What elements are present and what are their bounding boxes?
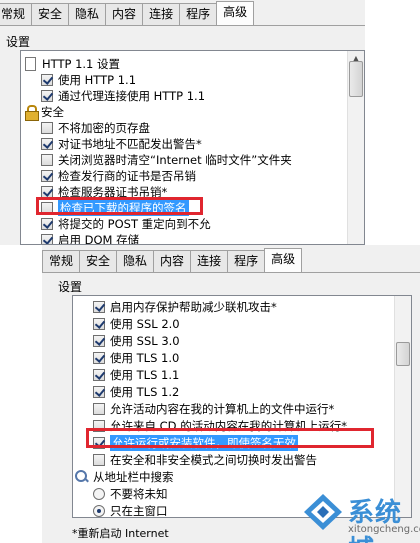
tab-3[interactable]: 内容 xyxy=(153,250,192,272)
checkbox-row[interactable]: 使用 TLS 1.2 xyxy=(93,383,179,400)
checkbox-unchecked-icon[interactable] xyxy=(93,402,105,415)
checkbox-unchecked-icon[interactable] xyxy=(93,453,105,466)
search-icon xyxy=(75,469,89,484)
checkbox-row[interactable]: 启用 DOM 存储 xyxy=(41,231,140,245)
checkbox-checked-icon[interactable] xyxy=(93,334,105,347)
checkbox-checked-icon[interactable] xyxy=(93,317,105,330)
checkbox-row[interactable]: 启用内存保护帮助减少联机攻击* xyxy=(93,298,277,315)
checkbox-row[interactable]: 使用 HTTP 1.1 xyxy=(41,71,136,88)
group-header: HTTP 1.1 设置 xyxy=(25,55,120,72)
checkbox-row[interactable]: 使用 SSL 2.0 xyxy=(93,315,180,332)
checkbox-row[interactable]: 将提交的 POST 重定向到不允 xyxy=(41,215,211,232)
checkbox-checked-icon[interactable] xyxy=(93,300,105,313)
checkbox-checked-icon[interactable] xyxy=(41,137,53,150)
checkbox-row[interactable]: 使用 TLS 1.0 xyxy=(93,349,179,366)
option-label: 使用 SSL 2.0 xyxy=(110,316,180,331)
option-label: 对证书地址不匹配发出警告* xyxy=(58,136,202,151)
option-label: 不要将未知 xyxy=(110,486,168,501)
option-label: 使用 TLS 1.1 xyxy=(110,367,180,382)
top-tab-bar: 常规 安全 隐私 内容 连接 程序 高级 xyxy=(0,1,255,25)
checkbox-unchecked-icon[interactable] xyxy=(41,153,53,166)
radio-row[interactable]: 只在主窗口 xyxy=(93,502,168,518)
option-label: 通过代理连接使用 HTTP 1.1 xyxy=(58,88,206,103)
checkbox-row[interactable]: 允许活动内容在我的计算机上的文件中运行* xyxy=(93,400,334,417)
radio-unselected-icon[interactable] xyxy=(93,487,105,500)
tab-4[interactable]: 连接 xyxy=(142,3,181,25)
option-label: 使用 TLS 1.2 xyxy=(110,384,180,399)
tab-2[interactable]: 隐私 xyxy=(116,250,155,272)
radio-selected-icon[interactable] xyxy=(93,504,105,517)
brand-url: xitongcheng.com xyxy=(348,524,420,535)
option-label: 将提交的 POST 重定向到不允 xyxy=(58,216,211,231)
checkbox-checked-icon[interactable] xyxy=(93,351,105,364)
tab-6[interactable]: 高级 xyxy=(264,248,303,272)
tab-1[interactable]: 安全 xyxy=(79,250,118,272)
tab-3[interactable]: 内容 xyxy=(105,3,144,25)
checkbox-row[interactable]: 通过代理连接使用 HTTP 1.1 xyxy=(41,87,205,104)
group-header: 从地址栏中搜索 xyxy=(75,468,174,485)
option-label: 使用 TLS 1.0 xyxy=(110,350,180,365)
tab-0[interactable]: 常规 xyxy=(42,250,81,272)
option-label: 启用内存保护帮助减少联机攻击* xyxy=(110,299,277,314)
checkbox-unchecked-icon[interactable] xyxy=(41,121,53,134)
checkbox-checked-icon[interactable] xyxy=(41,73,53,86)
checkbox-row[interactable]: 检查发行商的证书是否吊销 xyxy=(41,167,196,184)
settings-page-icon xyxy=(25,56,36,71)
top-list-scrollbar[interactable]: ▲ xyxy=(347,51,364,244)
watermark-logo: 系统城 xitongcheng.com xyxy=(300,488,420,543)
checkbox-row[interactable]: 在安全和非安全模式之间切换时发出警告 xyxy=(93,451,317,468)
top-settings-label: 设置 xyxy=(6,35,31,49)
option-label: 使用 SSL 3.0 xyxy=(110,333,180,348)
option-label: 启用 DOM 存储 xyxy=(58,232,140,245)
top-highlight-box xyxy=(36,197,203,215)
bottom-settings-list: 启用内存保护帮助减少联机攻击* 使用 SSL 2.0 使用 SSL 3.0 使用 TL… xyxy=(72,295,412,518)
checkbox-row[interactable]: 使用 SSL 3.0 xyxy=(93,332,180,349)
option-label: 安全 xyxy=(41,104,64,119)
scroll-thumb[interactable] xyxy=(396,342,410,366)
option-label: 只在主窗口 xyxy=(110,503,168,518)
option-label: 从地址栏中搜索 xyxy=(93,469,174,484)
tab-5[interactable]: 程序 xyxy=(227,250,266,272)
tab-2[interactable]: 隐私 xyxy=(68,3,107,25)
bottom-list-scrollbar[interactable] xyxy=(394,296,411,517)
checkbox-checked-icon[interactable] xyxy=(93,368,105,381)
checkbox-checked-icon[interactable] xyxy=(41,185,53,198)
brand-logo-icon xyxy=(304,494,342,530)
checkbox-row[interactable]: 不将加密的页存盘 xyxy=(41,119,150,136)
option-label: HTTP 1.1 设置 xyxy=(42,56,121,71)
checkbox-checked-icon[interactable] xyxy=(41,169,53,182)
tab-6[interactable]: 高级 xyxy=(216,1,255,25)
checkbox-row[interactable]: 使用 TLS 1.1 xyxy=(93,366,179,383)
group-header: 安全 xyxy=(25,103,64,121)
top-dialog: 常规 安全 隐私 内容 连接 程序 高级 设置 HTTP 1.1 设置 使用 HTTP 1.1… xyxy=(0,0,365,245)
radio-row[interactable]: 不要将未知 xyxy=(93,485,168,502)
tab-4[interactable]: 连接 xyxy=(190,250,229,272)
checkbox-row[interactable]: 对证书地址不匹配发出警告* xyxy=(41,135,202,152)
brand-name: 系统城 xyxy=(348,498,403,543)
tab-5[interactable]: 程序 xyxy=(179,3,218,25)
checkbox-row[interactable]: 关闭浏览器时清空“Internet 临时文件”文件夹 xyxy=(41,151,292,168)
top-settings-list: HTTP 1.1 设置 使用 HTTP 1.1 通过代理连接使用 HTTP 1.1 安… xyxy=(20,50,365,245)
lock-icon xyxy=(25,104,39,121)
option-label: 关闭浏览器时清空“Internet 临时文件”文件夹 xyxy=(58,152,292,167)
bottom-tab-bar: 常规 安全 隐私 内容 连接 程序 高级 xyxy=(42,248,303,272)
tab-0[interactable]: 常规 xyxy=(0,3,33,25)
restart-footnote: *重新启动 Internet xyxy=(72,527,169,540)
checkbox-checked-icon[interactable] xyxy=(41,233,53,244)
tab-1[interactable]: 安全 xyxy=(31,3,70,25)
option-label: 允许活动内容在我的计算机上的文件中运行* xyxy=(110,401,335,416)
scroll-thumb[interactable] xyxy=(349,61,363,97)
checkbox-checked-icon[interactable] xyxy=(41,89,53,102)
checkbox-checked-icon[interactable] xyxy=(41,217,53,230)
option-label: 不将加密的页存盘 xyxy=(58,120,150,135)
bottom-settings-label: 设置 xyxy=(58,280,83,294)
option-label: 使用 HTTP 1.1 xyxy=(58,72,137,87)
option-label: 检查发行商的证书是否吊销 xyxy=(58,168,196,183)
option-label: 在安全和非安全模式之间切换时发出警告 xyxy=(110,452,317,467)
bottom-highlight-box xyxy=(86,428,374,448)
checkbox-checked-icon[interactable] xyxy=(93,385,105,398)
